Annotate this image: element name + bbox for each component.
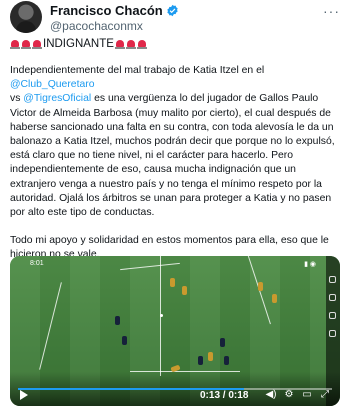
player-figure — [182, 286, 187, 295]
police-siren-icon — [136, 39, 147, 49]
avatar[interactable] — [10, 1, 42, 33]
tweet-header: Francisco Chacón @pacochaconmx ··· — [10, 1, 340, 37]
more-options-icon[interactable]: ··· — [323, 3, 340, 19]
video-controls: 0:13 / 0:18 ◀) ⚙ ▭ ⤢ — [10, 372, 340, 406]
author-handle[interactable]: @pacochaconmx — [50, 19, 179, 33]
player-figure — [272, 294, 277, 303]
player-figure — [122, 336, 127, 345]
body-text-segment: Independientemente del mal trabajo de Ka… — [10, 65, 265, 76]
video-current-time: 0:13 — [200, 390, 221, 401]
headline-text: INDIGNANTE — [43, 38, 114, 50]
player-figure — [220, 338, 225, 347]
tweet-headline: INDIGNANTE — [10, 38, 147, 50]
phone-status-icons: ▮ ◉ — [304, 261, 316, 268]
player-figure — [198, 356, 203, 365]
tweet-paragraph-1: Independientemente del mal trabajo de Ka… — [10, 64, 342, 220]
picture-in-picture-icon[interactable]: ▭ — [301, 389, 313, 401]
video-duration: 0:18 — [228, 390, 249, 401]
verified-badge-icon — [167, 4, 178, 17]
soccer-ball — [160, 314, 163, 317]
player-figure — [258, 282, 263, 291]
video-player[interactable]: 8:01 ▮ ◉ 0:13 / 0:18 ◀) ⚙ ▭ ⤢ — [10, 256, 340, 406]
settings-gear-icon[interactable]: ⚙ — [283, 389, 295, 401]
name-row: Francisco Chacón — [50, 3, 179, 18]
siren-group-right — [114, 39, 147, 49]
police-siren-icon — [125, 39, 136, 49]
tweet-body: Independientemente del mal trabajo de Ka… — [10, 64, 342, 263]
police-siren-icon — [21, 39, 31, 49]
police-siren-icon — [10, 39, 20, 49]
mention-tigres-oficial[interactable]: @TigresOficial — [23, 93, 91, 104]
player-figure — [115, 316, 120, 325]
phone-clock: 8:01 — [30, 260, 44, 267]
body-text-segment: vs — [10, 93, 21, 105]
police-siren-icon — [32, 39, 42, 49]
body-text-segment: es una vergüenza lo del jugador de Gallo… — [10, 93, 335, 219]
author-display-name[interactable]: Francisco Chacón — [50, 3, 163, 18]
volume-icon[interactable]: ◀) — [265, 389, 277, 401]
police-siren-icon — [114, 39, 125, 49]
author-names: Francisco Chacón @pacochaconmx — [50, 3, 179, 33]
player-figure — [208, 352, 213, 361]
siren-group-left — [10, 39, 42, 49]
player-figure — [170, 278, 175, 287]
play-icon[interactable] — [20, 390, 28, 400]
player-figure — [224, 356, 229, 365]
video-time: 0:13 / 0:18 — [200, 390, 248, 401]
mention-club-queretaro[interactable]: @Club_Queretaro — [10, 79, 94, 90]
fullscreen-icon[interactable]: ⤢ — [319, 389, 331, 401]
